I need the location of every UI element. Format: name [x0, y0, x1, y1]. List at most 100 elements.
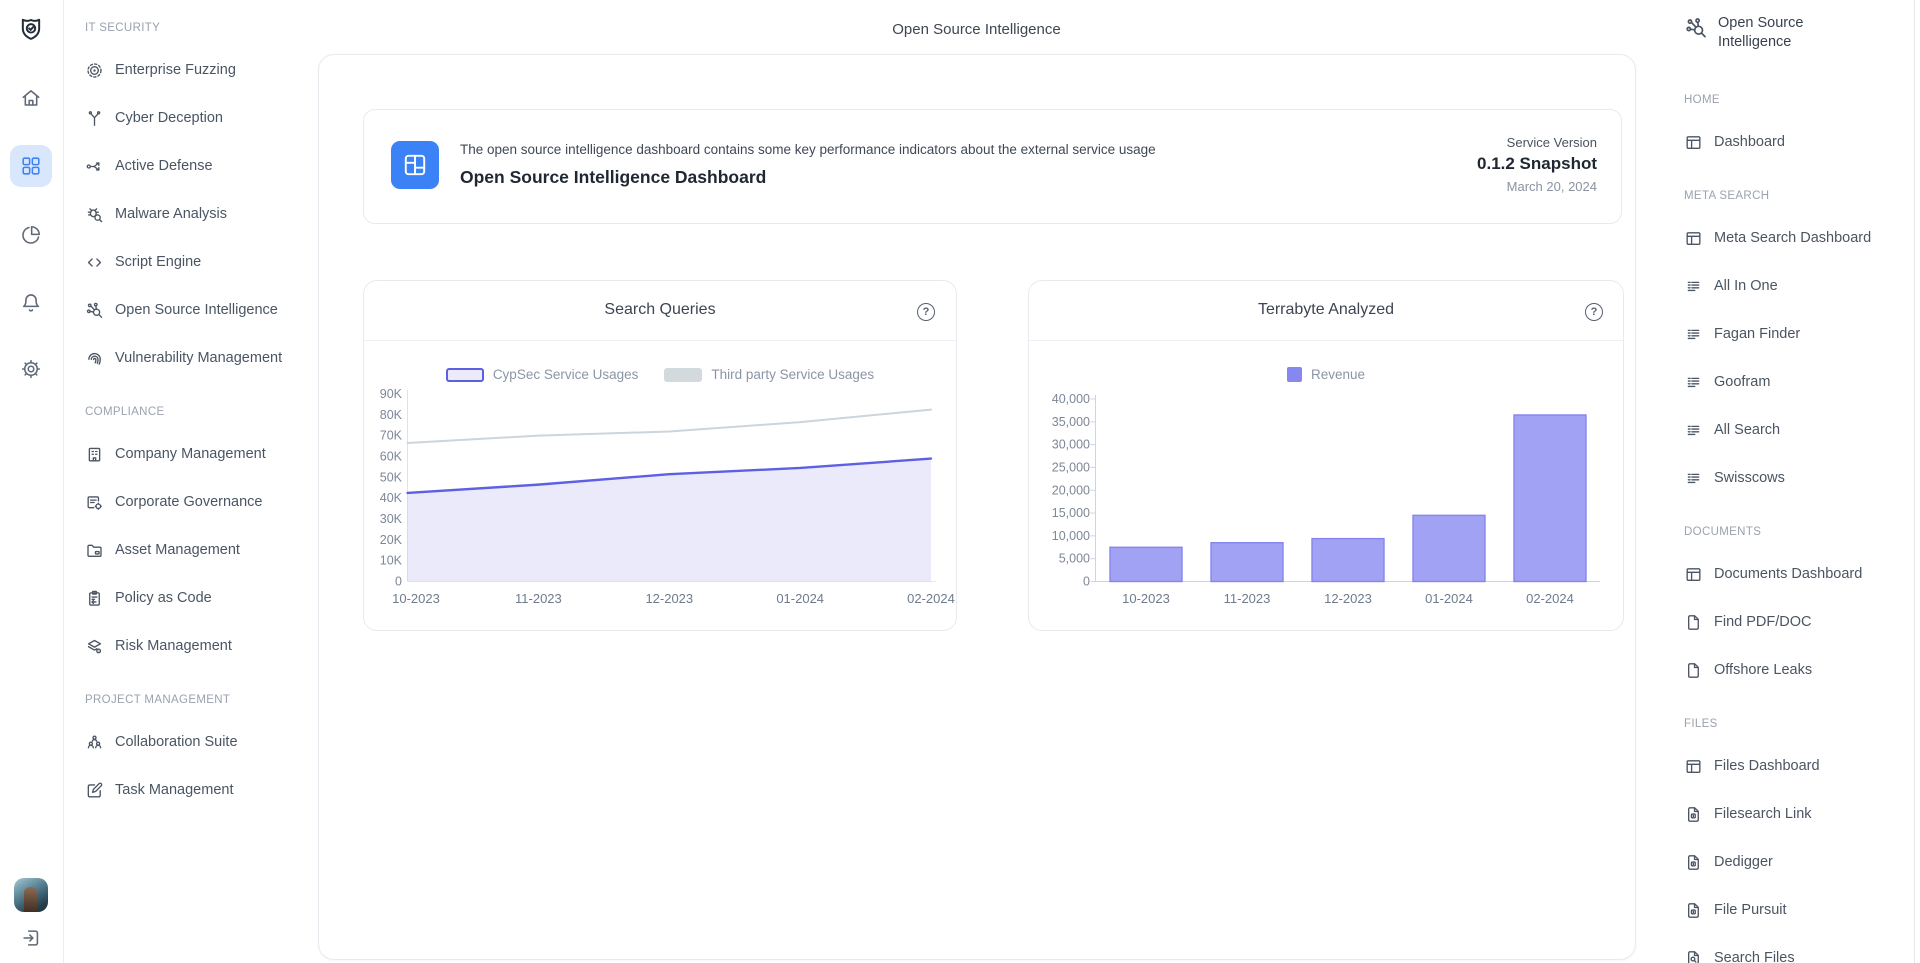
file-badge-icon — [1684, 853, 1703, 872]
scrollbar-track[interactable] — [1914, 0, 1915, 963]
share-arrows-icon — [85, 157, 104, 176]
list-icon — [1684, 277, 1703, 296]
sidebar-item-documents-dashboard[interactable]: Documents Dashboard — [1684, 561, 1862, 587]
sidebar-item-label: Search Files — [1714, 950, 1795, 963]
building-icon — [85, 445, 104, 464]
svg-text:40,000: 40,000 — [1052, 392, 1090, 406]
shield-check-logo-icon — [17, 16, 45, 44]
file-icon — [1684, 613, 1703, 632]
layout-dashboard-icon — [1684, 229, 1703, 248]
sidebar-item-label: All In One — [1714, 278, 1778, 294]
sidebar-item-label: Policy as Code — [115, 590, 212, 606]
svg-text:12-2023: 12-2023 — [1324, 591, 1372, 606]
sidebar-item-policy-as-code[interactable]: Policy as Code — [85, 585, 212, 611]
sidebar-item-label: Offshore Leaks — [1714, 662, 1812, 678]
bar-chart-plot: 05,00010,00015,00020,00025,00030,00035,0… — [1029, 281, 1623, 630]
sidebar-item-script-engine[interactable]: Script Engine — [85, 249, 201, 275]
svg-text:10-2023: 10-2023 — [1122, 591, 1170, 606]
section-header-documents: DOCUMENTS — [1684, 526, 1761, 538]
svg-text:10,000: 10,000 — [1052, 529, 1090, 543]
sidebar-item-vulnerability-management[interactable]: Vulnerability Management — [85, 345, 282, 371]
bug-search-icon — [85, 205, 104, 224]
sidebar-item-search-files[interactable]: Search Files — [1684, 945, 1795, 963]
svg-text:20,000: 20,000 — [1052, 483, 1090, 497]
sidebar-item-label: Company Management — [115, 446, 266, 462]
sidebar-item-label: Goofram — [1714, 374, 1770, 390]
dashboard-grid-icon[interactable] — [10, 145, 52, 187]
list-icon — [1684, 373, 1703, 392]
sidebar-item-dashboard[interactable]: Dashboard — [1684, 129, 1785, 155]
page: IT SECURITYEnterprise FuzzingCyber Decep… — [0, 0, 1920, 963]
search-queries-chart-card: Search Queries ? CypSec Service Usages T… — [363, 280, 957, 631]
target-fuzzing-icon — [85, 61, 104, 80]
sidebar-item-goofram[interactable]: Goofram — [1684, 369, 1770, 395]
sidebar-item-label: Enterprise Fuzzing — [115, 62, 236, 78]
sidebar-item-corporate-governance[interactable]: Corporate Governance — [85, 489, 263, 515]
sidebar-item-label: Active Defense — [115, 158, 213, 174]
code-icon — [85, 253, 104, 272]
sidebar-item-open-source-intelligence[interactable]: Open Source Intelligence — [85, 297, 278, 323]
svg-text:01-2024: 01-2024 — [776, 591, 824, 606]
svg-text:10-2023: 10-2023 — [392, 591, 440, 606]
service-version-label: Service Version — [1477, 135, 1597, 150]
fingerprint-icon — [85, 349, 104, 368]
sidebar-item-label: Swisscows — [1714, 470, 1785, 486]
svg-text:70K: 70K — [380, 429, 403, 443]
file-badge-icon — [1684, 805, 1703, 824]
svg-text:0: 0 — [1083, 575, 1090, 589]
sidebar-item-label: Risk Management — [115, 638, 232, 654]
section-header-project-management: PROJECT MANAGEMENT — [85, 694, 230, 706]
sidebar-item-swisscows[interactable]: Swisscows — [1684, 465, 1785, 491]
sidebar-item-label: Cyber Deception — [115, 110, 223, 126]
sidebar-item-filesearch-link[interactable]: Filesearch Link — [1684, 801, 1812, 827]
sidebar-item-files-dashboard[interactable]: Files Dashboard — [1684, 753, 1820, 779]
svg-text:12-2023: 12-2023 — [645, 591, 693, 606]
svg-text:01-2024: 01-2024 — [1425, 591, 1473, 606]
svg-text:02-2024: 02-2024 — [1526, 591, 1574, 606]
sidebar-item-fagan-finder[interactable]: Fagan Finder — [1684, 321, 1800, 347]
layout-dashboard-icon — [1684, 757, 1703, 776]
list-icon — [1684, 469, 1703, 488]
sidebar-item-offshore-leaks[interactable]: Offshore Leaks — [1684, 657, 1812, 683]
sidebar-item-label: Asset Management — [115, 542, 240, 558]
clipboard-icon — [85, 589, 104, 608]
sidebar-item-dedigger[interactable]: Dedigger — [1684, 849, 1773, 875]
sidebar-item-label: Find PDF/DOC — [1714, 614, 1812, 630]
sidebar-item-asset-management[interactable]: Asset Management — [85, 537, 240, 563]
sidebar-item-enterprise-fuzzing[interactable]: Enterprise Fuzzing — [85, 57, 236, 83]
dashboard-info-banner: The open source intelligence dashboard c… — [363, 109, 1622, 224]
sidebar-item-label: Vulnerability Management — [115, 350, 282, 366]
sidebar-item-all-in-one[interactable]: All In One — [1684, 273, 1778, 299]
service-version-date: March 20, 2024 — [1477, 179, 1597, 194]
line-chart-plot: 010K20K30K40K50K60K70K80K90K10-202311-20… — [364, 281, 956, 630]
sidebar-item-label: File Pursuit — [1714, 902, 1787, 918]
sidebar-item-meta-search-dashboard[interactable]: Meta Search Dashboard — [1684, 225, 1871, 251]
sidebar-item-label: Documents Dashboard — [1714, 566, 1862, 582]
logout-icon[interactable] — [20, 927, 42, 949]
svg-text:30,000: 30,000 — [1052, 438, 1090, 452]
sidebar-item-find-pdf-doc[interactable]: Find PDF/DOC — [1684, 609, 1812, 635]
home-icon[interactable] — [20, 87, 42, 109]
sidebar-item-risk-management[interactable]: Risk Management — [85, 633, 232, 659]
sidebar-item-label: Malware Analysis — [115, 206, 227, 222]
sidebar-item-cyber-deception[interactable]: Cyber Deception — [85, 105, 223, 131]
network-search-icon — [1684, 16, 1708, 40]
layers-icon — [85, 637, 104, 656]
sidebar-item-file-pursuit[interactable]: File Pursuit — [1684, 897, 1787, 923]
sidebar-item-label: Script Engine — [115, 254, 201, 270]
sidebar-item-task-management[interactable]: Task Management — [85, 777, 233, 803]
layout-dashboard-icon — [1684, 133, 1703, 152]
service-version-block: Service Version 0.1.2 Snapshot March 20,… — [1477, 135, 1597, 194]
dashboard-layout-icon — [391, 141, 439, 189]
user-avatar[interactable] — [14, 878, 48, 912]
sidebar-item-active-defense[interactable]: Active Defense — [85, 153, 213, 179]
sidebar-item-all-search[interactable]: All Search — [1684, 417, 1780, 443]
bell-icon[interactable] — [20, 292, 42, 314]
svg-text:15,000: 15,000 — [1052, 506, 1090, 520]
pie-chart-icon[interactable] — [20, 224, 42, 246]
sidebar-item-collaboration-suite[interactable]: Collaboration Suite — [85, 729, 238, 755]
sidebar-item-company-management[interactable]: Company Management — [85, 441, 266, 467]
sidebar-item-malware-analysis[interactable]: Malware Analysis — [85, 201, 227, 227]
right-sidebar-title-line2: Intelligence — [1718, 33, 1803, 52]
gear-icon[interactable] — [20, 358, 42, 380]
